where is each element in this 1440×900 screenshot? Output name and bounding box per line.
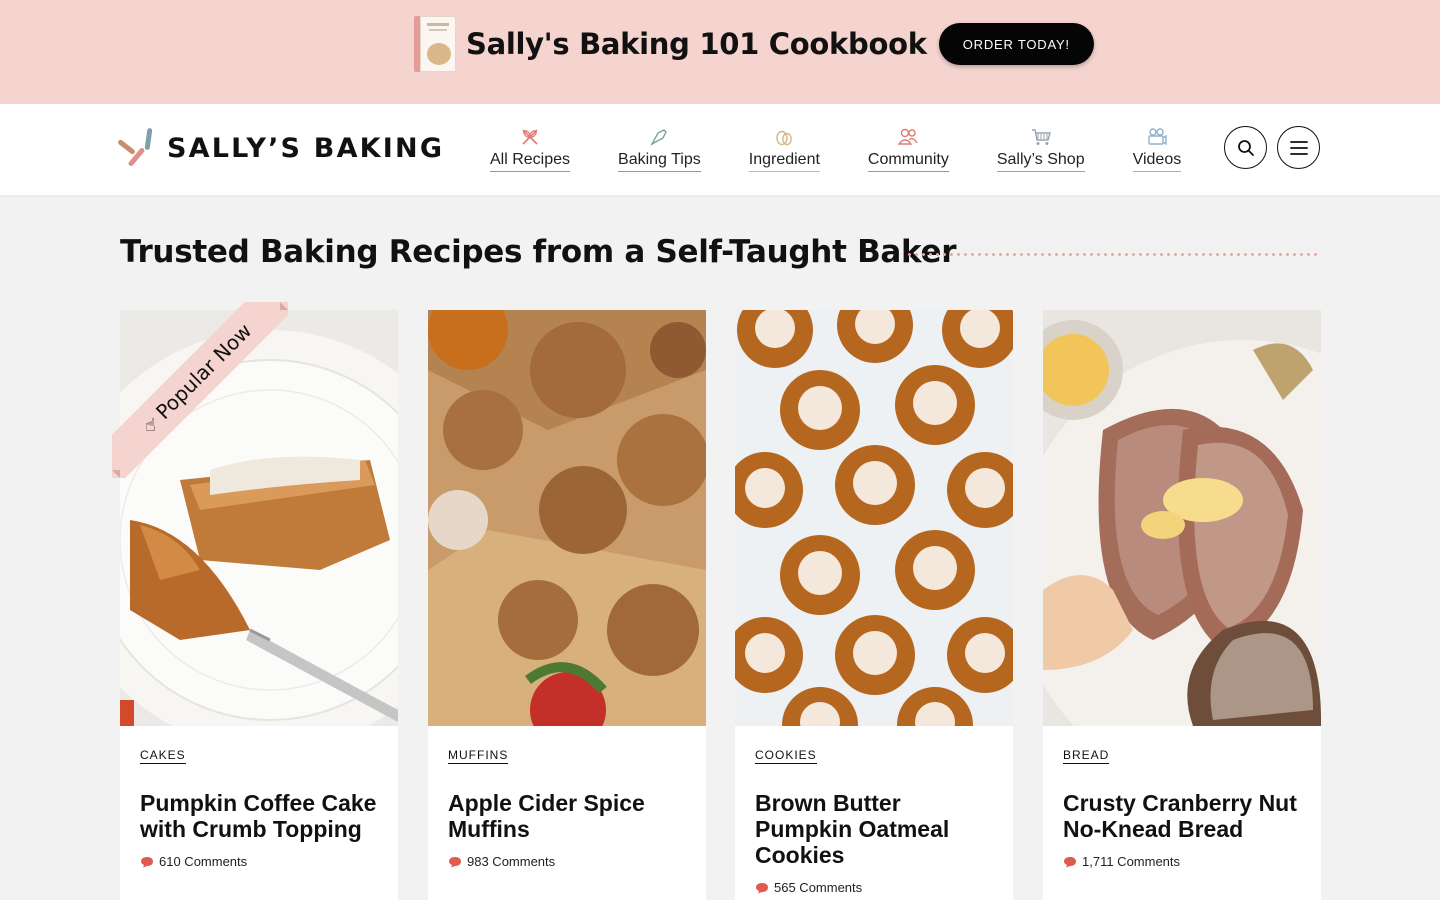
recipe-card[interactable]: BREAD Crusty Cranberry Nut No-Knead Brea… [1043, 310, 1321, 900]
recipe-image[interactable] [735, 310, 1013, 726]
eggs-icon [773, 126, 795, 148]
shopping-cart-icon [1030, 126, 1052, 148]
card-body: CAKES Pumpkin Coffee Cake with Crumb Top… [120, 726, 398, 869]
comment-count: 565 Comments [774, 880, 863, 895]
hamburger-menu-icon [1289, 140, 1308, 155]
promo-title[interactable]: Sally's Baking 101 Cookbook [466, 27, 927, 61]
comment-bubble-icon [1064, 856, 1076, 867]
recipe-image[interactable] [428, 310, 706, 726]
nav-label: Videos [1132, 151, 1182, 172]
comment-bubble-icon [449, 856, 461, 867]
site-logo[interactable]: SALLY’S BAKING [117, 127, 445, 168]
main-nav: All Recipes Baking Tips Ingredient Commu… [490, 126, 1182, 172]
whisk-icon [519, 126, 541, 148]
recipe-card[interactable]: MUFFINS Apple Cider Spice Muffins 983 Co… [428, 310, 706, 900]
recipe-image[interactable] [1043, 310, 1321, 726]
logo-text: SALLY’S BAKING [167, 132, 445, 164]
card-category[interactable]: CAKES [140, 748, 186, 764]
comment-count: 610 Comments [159, 854, 248, 869]
card-comments[interactable]: 1,711 Comments [1063, 854, 1301, 869]
nav-sallys-shop[interactable]: Sally’s Shop [996, 126, 1085, 172]
nav-videos[interactable]: Videos [1132, 126, 1182, 172]
ribbon-fold-left [112, 470, 120, 478]
card-title[interactable]: Crusty Cranberry Nut No-Knead Bread [1063, 790, 1301, 842]
card-category[interactable]: COOKIES [755, 748, 817, 764]
search-icon [1237, 139, 1254, 156]
comment-bubble-icon [756, 882, 768, 893]
recipe-card[interactable]: COOKIES Brown Butter Pumpkin Oatmeal Coo… [735, 310, 1013, 900]
card-body: MUFFINS Apple Cider Spice Muffins 983 Co… [428, 726, 706, 869]
nav-community[interactable]: Community [867, 126, 949, 172]
comment-count: 1,711 Comments [1082, 854, 1181, 869]
card-comments[interactable]: 610 Comments [140, 854, 378, 869]
nav-baking-tips[interactable]: Baking Tips [618, 126, 701, 172]
order-today-button[interactable]: ORDER TODAY! [938, 23, 1094, 65]
comment-bubble-icon [141, 856, 153, 867]
card-body: BREAD Crusty Cranberry Nut No-Knead Brea… [1043, 726, 1321, 869]
nav-label: Baking Tips [618, 151, 701, 172]
card-comments[interactable]: 565 Comments [755, 880, 993, 895]
dotted-divider [906, 252, 1320, 257]
nav-label: Community [867, 151, 949, 172]
card-title[interactable]: Brown Butter Pumpkin Oatmeal Cookies [755, 790, 993, 868]
recipe-image[interactable] [120, 310, 398, 726]
search-button[interactable] [1224, 126, 1267, 169]
recipe-card[interactable]: CAKES Pumpkin Coffee Cake with Crumb Top… [120, 310, 398, 900]
nav-ingredient[interactable]: Ingredient [748, 126, 820, 172]
nav-label: Sally’s Shop [996, 151, 1085, 172]
pastry-bag-icon [648, 126, 670, 148]
promo-banner: Sally's Baking 101 Cookbook ORDER TODAY! [0, 0, 1440, 104]
section-title: Trusted Baking Recipes from a Self-Taugh… [120, 234, 957, 270]
cookbook-image[interactable] [414, 16, 456, 72]
promo-content: Sally's Baking 101 Cookbook ORDER TODAY! [414, 16, 1094, 72]
nav-all-recipes[interactable]: All Recipes [490, 126, 571, 172]
comment-count: 983 Comments [467, 854, 556, 869]
card-category[interactable]: BREAD [1063, 748, 1110, 764]
site-header: SALLY’S BAKING All Recipes Baking Tips I… [0, 104, 1440, 195]
card-category[interactable]: MUFFINS [448, 748, 509, 764]
video-camera-icon [1146, 126, 1168, 148]
nav-label: Ingredient [748, 151, 820, 172]
card-title[interactable]: Pumpkin Coffee Cake with Crumb Topping [140, 790, 378, 842]
nav-label: All Recipes [490, 151, 571, 172]
ribbon-fold-top [280, 302, 288, 310]
card-title[interactable]: Apple Cider Spice Muffins [448, 790, 686, 842]
people-icon [897, 126, 919, 148]
menu-button[interactable] [1277, 126, 1320, 169]
card-comments[interactable]: 983 Comments [448, 854, 686, 869]
card-body: COOKIES Brown Butter Pumpkin Oatmeal Coo… [735, 726, 1013, 895]
logo-sprinkles-icon [117, 127, 156, 168]
